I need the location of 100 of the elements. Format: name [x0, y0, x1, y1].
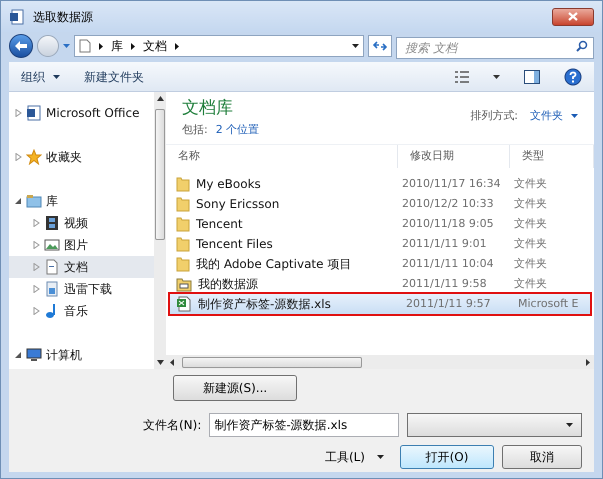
address-bar[interactable]: 库 文档 — [74, 35, 364, 57]
dropdown-arrow-icon — [571, 114, 578, 118]
nav-item[interactable]: 收藏夹 — [46, 148, 82, 166]
locations-link[interactable]: 2 个位置 — [216, 122, 260, 138]
image-icon — [44, 240, 60, 250]
file-type-dropdown[interactable] — [407, 413, 582, 437]
preview-pane-icon[interactable] — [524, 70, 540, 84]
cancel-button[interactable]: 取消 — [502, 445, 582, 469]
close-button[interactable] — [552, 8, 594, 26]
down-arrow-icon — [156, 360, 164, 365]
spreadsheet-file-icon — [176, 296, 192, 312]
collapsed-arrow-icon[interactable] — [15, 109, 22, 117]
file-name[interactable]: Tencent — [196, 215, 243, 233]
back-arrow-icon — [15, 41, 27, 51]
file-name[interactable]: 我的数据源 — [198, 275, 258, 293]
file-name[interactable]: 制作资产标签-源数据.xls — [198, 295, 331, 313]
star-icon — [26, 149, 42, 165]
collapsed-arrow-icon[interactable] — [15, 153, 22, 161]
dropdown-arrow-icon — [53, 74, 60, 78]
breadcrumb[interactable]: 库 — [111, 37, 123, 55]
computer-icon — [26, 348, 42, 361]
refresh-button[interactable] — [368, 35, 392, 57]
document-icon — [46, 260, 58, 274]
dropdown-arrow-icon — [352, 44, 359, 48]
word-document-icon — [27, 106, 40, 120]
filename-field[interactable]: 制作资产标签-源数据.xls — [209, 413, 400, 437]
column-header[interactable]: 名称 — [166, 145, 398, 168]
back-button[interactable] — [9, 34, 33, 58]
collapsed-arrow-icon[interactable] — [33, 219, 40, 227]
column-header[interactable]: 修改日期 — [398, 145, 510, 168]
chevron-right-icon — [99, 42, 103, 50]
collapsed-arrow-icon[interactable] — [33, 307, 40, 315]
file-name[interactable]: My eBooks — [196, 175, 261, 193]
file-type: 文件夹 — [513, 236, 548, 252]
file-name[interactable]: Tencent Files — [196, 235, 273, 253]
document-icon — [79, 39, 91, 53]
nav-item[interactable]: 文档 — [64, 258, 88, 276]
modified-date: 2011/1/11 9:58 — [401, 276, 488, 292]
nav-item[interactable]: 视频 — [64, 214, 88, 232]
file-type: 文件夹 — [513, 276, 548, 292]
search-field[interactable]: 搜索 文档 — [396, 37, 594, 59]
arrange-label: 排列方式: — [470, 108, 518, 124]
dropdown-arrow-icon[interactable] — [493, 74, 500, 78]
word-document-icon — [9, 8, 25, 24]
nav-item[interactable]: 迅雷下载 — [64, 280, 112, 298]
file-type: 文件夹 — [513, 256, 548, 272]
search-icon — [576, 40, 588, 52]
collapsed-arrow-icon[interactable] — [33, 285, 40, 293]
modified-date: 2011/1/11 9:57 — [405, 296, 492, 312]
new-folder-button[interactable]: 新建文件夹 — [84, 68, 144, 86]
includes-label: 包括: — [182, 122, 208, 138]
expanded-arrow-icon[interactable] — [15, 197, 22, 205]
modified-date: 2010/11/17 16:34 — [401, 176, 502, 192]
refresh-icon — [373, 40, 387, 52]
folder-icon — [176, 196, 190, 212]
nav-item[interactable]: Microsoft Office — [46, 104, 140, 122]
scroll-thumb[interactable] — [182, 356, 362, 368]
film-icon — [46, 216, 58, 230]
window-title: 选取数据源 — [33, 8, 93, 26]
organize-menu[interactable]: 组织 — [21, 68, 60, 86]
modified-date: 2011/1/11 10:04 — [401, 256, 495, 272]
collapsed-arrow-icon[interactable] — [33, 263, 40, 271]
file-name[interactable]: 我的 Adobe Captivate 项目 — [196, 255, 352, 273]
modified-date: 2011/1/11 9:01 — [401, 236, 488, 252]
nav-item[interactable]: 图片 — [64, 236, 88, 254]
new-source-button[interactable]: 新建源(S)... — [173, 375, 297, 401]
dropdown-arrow-icon — [377, 455, 384, 459]
file-type: 文件夹 — [513, 196, 548, 212]
nav-item[interactable]: 库 — [46, 192, 58, 210]
file-type: 文件夹 — [513, 216, 548, 232]
column-header[interactable]: 类型 — [510, 145, 594, 168]
folder-icon — [176, 216, 190, 232]
file-type: Microsoft E — [517, 296, 580, 312]
collapsed-arrow-icon[interactable] — [33, 241, 40, 249]
scrollbar[interactable] — [154, 92, 166, 369]
open-button[interactable]: 打开(O) — [400, 445, 494, 469]
folder-icon — [176, 176, 190, 192]
library-folder-icon — [26, 195, 42, 208]
up-arrow-icon — [156, 96, 164, 101]
library-title: 文档库 — [182, 97, 234, 120]
modified-date: 2010/12/2 10:33 — [401, 196, 495, 212]
horizontal-scrollbar[interactable] — [166, 355, 594, 369]
filename-label: 文件名(N): — [143, 417, 202, 434]
view-list-icon[interactable] — [455, 70, 469, 82]
folder-icon — [176, 276, 192, 292]
file-name[interactable]: Sony Ericsson — [196, 195, 280, 213]
dropdown-arrow-icon — [566, 423, 573, 427]
breadcrumb[interactable]: 文档 — [143, 37, 167, 55]
folder-icon — [176, 236, 190, 252]
arrange-dropdown[interactable]: 文件夹 — [530, 108, 578, 124]
tools-button[interactable]: 工具(L) — [316, 448, 392, 466]
nav-item[interactable]: 音乐 — [64, 302, 88, 320]
scroll-thumb[interactable] — [155, 109, 165, 240]
nav-item[interactable]: 计算机 — [46, 346, 82, 364]
modified-date: 2010/11/18 9:05 — [401, 216, 495, 232]
chevron-right-icon — [175, 42, 179, 50]
history-dropdown-icon — [63, 44, 70, 48]
help-icon[interactable] — [564, 68, 582, 86]
expanded-arrow-icon[interactable] — [15, 351, 22, 359]
download-folder-icon — [46, 282, 58, 296]
